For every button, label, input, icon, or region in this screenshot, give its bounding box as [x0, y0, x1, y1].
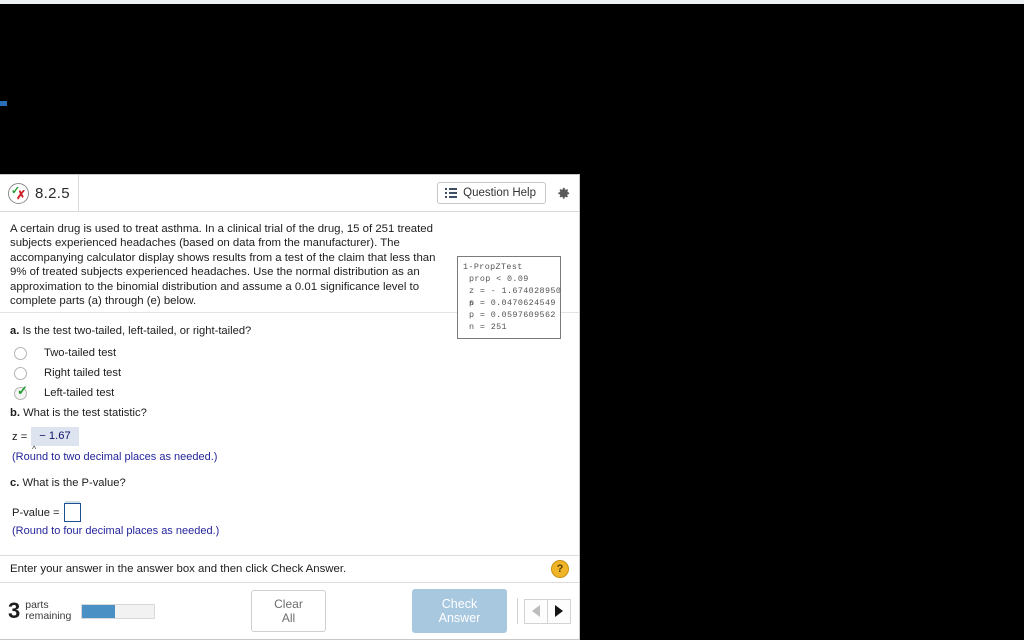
question-help-button[interactable]: Question Help [437, 182, 546, 204]
left-edge-marker [0, 101, 7, 106]
red-x-glyph: ✗ [16, 187, 27, 202]
radio-left-tailed-selected[interactable]: ✓ [14, 382, 28, 400]
choice-label-two-tailed: Two-tailed test [44, 347, 117, 360]
choice-right-tailed[interactable]: Right tailed test [14, 363, 567, 383]
top-edge-strip [0, 0, 1024, 4]
nav-separator [517, 598, 518, 624]
parts-label-line2: remaining [25, 610, 72, 622]
calc-line-prop: prop < 0.09 [469, 274, 529, 284]
part-b-label: b. [10, 407, 20, 420]
gear-icon[interactable] [556, 186, 571, 201]
check-answer-button[interactable]: Check Answer [411, 589, 507, 633]
question-panel: ✓ ✗ 8.2.5 Question Help A certain drug i… [0, 174, 580, 640]
triangle-left-icon [532, 605, 540, 617]
calc-line-phat-text: p = 0.0597609562 [469, 310, 556, 320]
calc-title: 1-PropZTest [463, 262, 523, 272]
parts-label-line1: parts [25, 598, 49, 611]
calc-line-p: p = 0.0470624549 [469, 298, 556, 308]
calc-line-n: n = 251 [469, 322, 507, 332]
part-a-label: a. [10, 325, 20, 338]
parts-count: 3 [8, 598, 21, 623]
calc-line-phat: ^ p = 0.0597609562 [463, 302, 556, 321]
clear-all-button[interactable]: Clear All [250, 590, 326, 632]
part-a-choices: Two-tailed test Right tailed test ✓ Left… [14, 343, 567, 403]
progress-bar-fill [82, 604, 115, 618]
question-number: 8.2.5 [35, 184, 70, 202]
check-x-icon: ✓ ✗ [8, 182, 29, 204]
green-check-icon: ✓ [17, 382, 28, 398]
screen-root: ✓ ✗ 8.2.5 Question Help A certain drug i… [0, 0, 1024, 640]
progress-bar [81, 603, 155, 619]
parts-remaining-label: parts remaining [25, 598, 72, 623]
p-value-input[interactable] [63, 503, 81, 523]
part-b-answer-lead: z = [12, 430, 28, 443]
parts-remaining: 3 parts remaining [8, 598, 72, 623]
next-button[interactable] [547, 598, 571, 624]
calc-line-z: z = - 1.674028950 [469, 286, 562, 296]
part-c-answer-lead: P-value = [12, 506, 60, 519]
part-c-hint: (Round to four decimal places as needed.… [12, 525, 220, 538]
nav-buttons [517, 598, 571, 624]
choice-label-left-tailed: Left-tailed test [44, 387, 115, 400]
question-identity: ✓ ✗ 8.2.5 [0, 175, 79, 211]
part-c-label: c. [10, 477, 20, 490]
part-b-answer-row: z = − 1.67 [12, 427, 567, 447]
part-c-question: c. What is the P-value? [10, 477, 567, 489]
choice-two-tailed[interactable]: Two-tailed test [14, 343, 567, 363]
help-icon[interactable]: ? [551, 560, 569, 578]
footer-toolbar: 3 parts remaining Clear All Check Answer [0, 583, 579, 639]
choice-label-right-tailed: Right tailed test [44, 367, 122, 380]
part-c-answer-row: P-value = [12, 503, 567, 523]
problem-statement: A certain drug is used to treat asthma. … [0, 212, 579, 339]
triangle-right-icon [555, 605, 563, 617]
previous-button[interactable] [524, 598, 547, 624]
phat-hat-symbol: ^ [469, 301, 475, 310]
header-actions: Question Help [437, 182, 579, 204]
statement-text: A certain drug is used to treat asthma. … [10, 223, 436, 308]
part-c-text: What is the P-value? [22, 477, 126, 490]
panel-header: ✓ ✗ 8.2.5 Question Help [0, 175, 579, 212]
list-icon [445, 188, 458, 198]
radio-two-tailed[interactable] [14, 346, 27, 360]
radio-right-tailed[interactable] [14, 366, 27, 380]
part-b-answer-value[interactable]: − 1.67 [31, 427, 79, 447]
footer-message: Enter your answer in the answer box and … [10, 563, 347, 575]
parts-body: a. Is the test two-tailed, left-tailed, … [0, 313, 579, 537]
calculator-display: 1-PropZTest prop < 0.09 z = - 1.67402895… [457, 256, 561, 339]
choice-left-tailed[interactable]: ✓ Left-tailed test [14, 383, 567, 403]
question-help-label: Question Help [463, 187, 536, 199]
footer-message-bar: Enter your answer in the answer box and … [0, 555, 579, 583]
part-b-hint: (Round to two decimal places as needed.) [12, 451, 218, 464]
part-b-text: What is the test statistic? [23, 407, 147, 420]
part-b-question: b. What is the test statistic? [10, 407, 567, 419]
part-a-text: Is the test two-tailed, left-tailed, or … [22, 325, 252, 338]
